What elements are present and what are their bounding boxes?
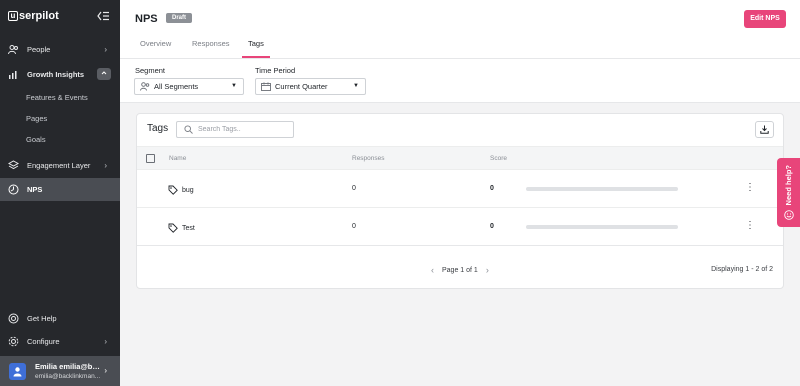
search-tags-field[interactable]	[176, 121, 294, 138]
page-header: NPS Draft Edit NPS Overview Responses Ta…	[120, 0, 800, 59]
caret-down-icon: ▼	[353, 83, 359, 89]
segment-label: Segment	[135, 66, 166, 75]
chevron-right-icon: ›	[104, 45, 107, 54]
sidebar-subitem-goals[interactable]: Goals	[26, 135, 46, 144]
logo-mark: u	[8, 11, 18, 21]
time-period-value: Current Quarter	[275, 82, 328, 91]
score-bar	[526, 187, 678, 191]
need-help-button[interactable]: Need help?	[777, 158, 800, 227]
page-indicator: Page 1 of 1	[442, 266, 478, 274]
table-header: Name Responses Score	[137, 146, 783, 170]
caret-down-icon: ▼	[231, 83, 237, 89]
status-badge: Draft	[166, 13, 193, 23]
logo[interactable]: u serpilot	[8, 10, 59, 22]
row-menu-button[interactable]: ⋮	[745, 220, 755, 231]
time-period-select[interactable]: Current Quarter ▼	[255, 78, 366, 95]
sidebar-item-engagement-layer[interactable]: Engagement Layer ›	[0, 155, 120, 175]
sidebar-item-configure[interactable]: Configure ›	[0, 331, 120, 351]
gear-icon	[8, 336, 19, 347]
table-row[interactable]: Test 0 0 ⋮	[137, 208, 783, 246]
sidebar-subitem-pages[interactable]: Pages	[26, 114, 47, 123]
sidebar-item-get-help[interactable]: Get Help	[0, 308, 120, 328]
segment-value: All Segments	[154, 82, 199, 91]
tab-overview[interactable]: Overview	[140, 39, 171, 48]
responses-cell: 0	[352, 185, 356, 192]
sidebar-item-nps[interactable]: NPS	[0, 178, 120, 201]
tab-responses[interactable]: Responses	[192, 39, 230, 48]
people-icon	[140, 82, 150, 91]
score-cell: 0	[490, 223, 494, 230]
tags-title: Tags	[147, 123, 169, 134]
layers-icon	[8, 159, 19, 171]
user-icon	[13, 366, 22, 376]
sidebar-item-label: NPS	[27, 185, 43, 194]
tag-icon	[168, 223, 178, 233]
page-title: NPS	[135, 13, 158, 25]
column-header-score[interactable]: Score	[490, 155, 507, 162]
prev-page-button[interactable]: ‹	[431, 265, 434, 275]
user-name: Emilia emilia@bac...	[35, 362, 101, 371]
score-bar	[526, 225, 678, 229]
sidebar-item-label: Growth Insights	[27, 69, 85, 79]
chevron-right-icon: ›	[104, 161, 107, 170]
tab-tags[interactable]: Tags	[248, 39, 264, 48]
sidebar-item-label: Engagement Layer	[27, 160, 91, 170]
pagination: ‹ Page 1 of 1 ›	[431, 265, 489, 275]
nps-icon	[8, 184, 19, 195]
search-icon	[184, 125, 193, 134]
column-header-responses[interactable]: Responses	[352, 155, 385, 162]
row-menu-button[interactable]: ⋮	[745, 182, 755, 193]
sidebar-item-people[interactable]: People ›	[0, 39, 120, 59]
user-menu[interactable]: Emilia emilia@bac... emilia@backlinkman.…	[0, 356, 120, 386]
sidebar-item-label: Configure	[27, 336, 60, 346]
tag-icon	[168, 185, 178, 195]
responses-cell: 0	[352, 223, 356, 230]
download-icon	[760, 125, 769, 134]
sidebar-item-label: People	[27, 44, 51, 54]
smile-icon	[783, 209, 794, 220]
collapse-sidebar-icon[interactable]	[97, 11, 109, 21]
tag-name-cell: Test	[168, 223, 195, 233]
active-tab-indicator	[242, 56, 270, 58]
bar-chart-icon	[8, 69, 19, 80]
score-cell: 0	[490, 185, 494, 192]
sidebar-subitem-features-events[interactable]: Features & Events	[26, 93, 88, 102]
tag-name: Test	[182, 224, 195, 232]
avatar	[9, 362, 26, 380]
tags-card: Tags Name Responses Score bug 0 0 ⋮ Test…	[136, 113, 784, 289]
chevron-right-icon: ›	[104, 337, 107, 346]
column-header-name[interactable]: Name	[169, 155, 186, 162]
chevron-right-icon: ›	[104, 366, 107, 375]
calendar-icon	[261, 82, 271, 91]
collapse-section-button[interactable]	[97, 68, 111, 80]
time-period-label: Time Period	[255, 66, 296, 75]
displaying-count: Displaying 1 - 2 of 2	[711, 266, 773, 273]
segment-select[interactable]: All Segments ▼	[134, 78, 244, 95]
download-button[interactable]	[755, 121, 774, 138]
edit-nps-button[interactable]: Edit NPS	[744, 10, 786, 28]
chevron-up-icon	[101, 71, 107, 75]
need-help-label: Need help?	[784, 165, 793, 206]
filters-bar: Segment All Segments ▼ Time Period Curre…	[120, 59, 800, 103]
next-page-button[interactable]: ›	[486, 265, 489, 275]
select-all-checkbox[interactable]	[146, 154, 155, 163]
tag-name: bug	[182, 186, 194, 194]
people-icon	[8, 44, 19, 55]
logo-text: serpilot	[19, 10, 59, 22]
search-tags-input[interactable]	[198, 126, 288, 133]
sidebar-item-label: Get Help	[27, 313, 57, 323]
lifebuoy-icon	[8, 313, 19, 324]
tag-name-cell: bug	[168, 185, 194, 195]
table-row[interactable]: bug 0 0 ⋮	[137, 170, 783, 208]
user-email: emilia@backlinkman...	[35, 373, 101, 380]
sidebar-item-growth-insights[interactable]: Growth Insights	[0, 64, 120, 84]
sidebar: u serpilot People › Growth Insights Featu…	[0, 0, 120, 386]
